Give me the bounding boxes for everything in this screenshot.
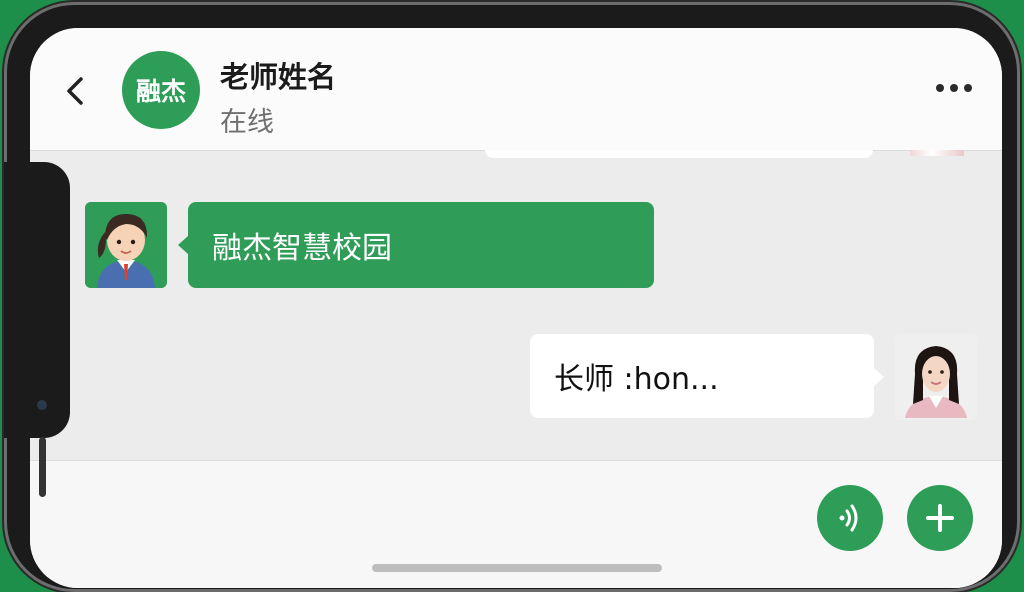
voice-wave-icon: [839, 504, 858, 532]
home-indicator[interactable]: [372, 564, 662, 572]
previous-avatar-edge: [910, 150, 964, 156]
voice-button[interactable]: [817, 485, 883, 551]
cartoon-girl-icon: [85, 202, 167, 288]
back-button[interactable]: [64, 76, 86, 106]
user-photo-icon: [895, 334, 977, 418]
teacher-avatar[interactable]: [85, 202, 167, 288]
message-list[interactable]: 融杰智慧校园 长师 :hon...: [30, 150, 1002, 460]
more-dots-icon: [936, 84, 944, 92]
school-logo-avatar[interactable]: 融杰: [122, 51, 200, 129]
add-button[interactable]: [907, 485, 973, 551]
camera-lens: [37, 400, 47, 410]
incoming-message-bubble[interactable]: 融杰智慧校园: [178, 202, 654, 288]
chat-header: 融杰 老师姓名 在线: [30, 28, 1002, 151]
chat-screen: 融杰 老师姓名 在线 融杰智慧校园 长师:hon...: [30, 28, 1002, 588]
phone-frame: 融杰 老师姓名 在线 融杰智慧校园 长师:hon...: [4, 2, 1020, 592]
chevron-left-icon: [67, 77, 83, 105]
plus-icon: [926, 504, 954, 532]
more-options-button[interactable]: [936, 84, 972, 92]
side-notch: [4, 162, 70, 497]
contact-status: 在线: [220, 107, 274, 138]
contact-name: 老师姓名: [220, 60, 337, 94]
previous-message-edge: [485, 150, 873, 158]
user-avatar[interactable]: [895, 334, 977, 420]
outgoing-message-bubble[interactable]: 长师 :hon...: [530, 334, 884, 418]
speaker-grille: [39, 437, 46, 497]
